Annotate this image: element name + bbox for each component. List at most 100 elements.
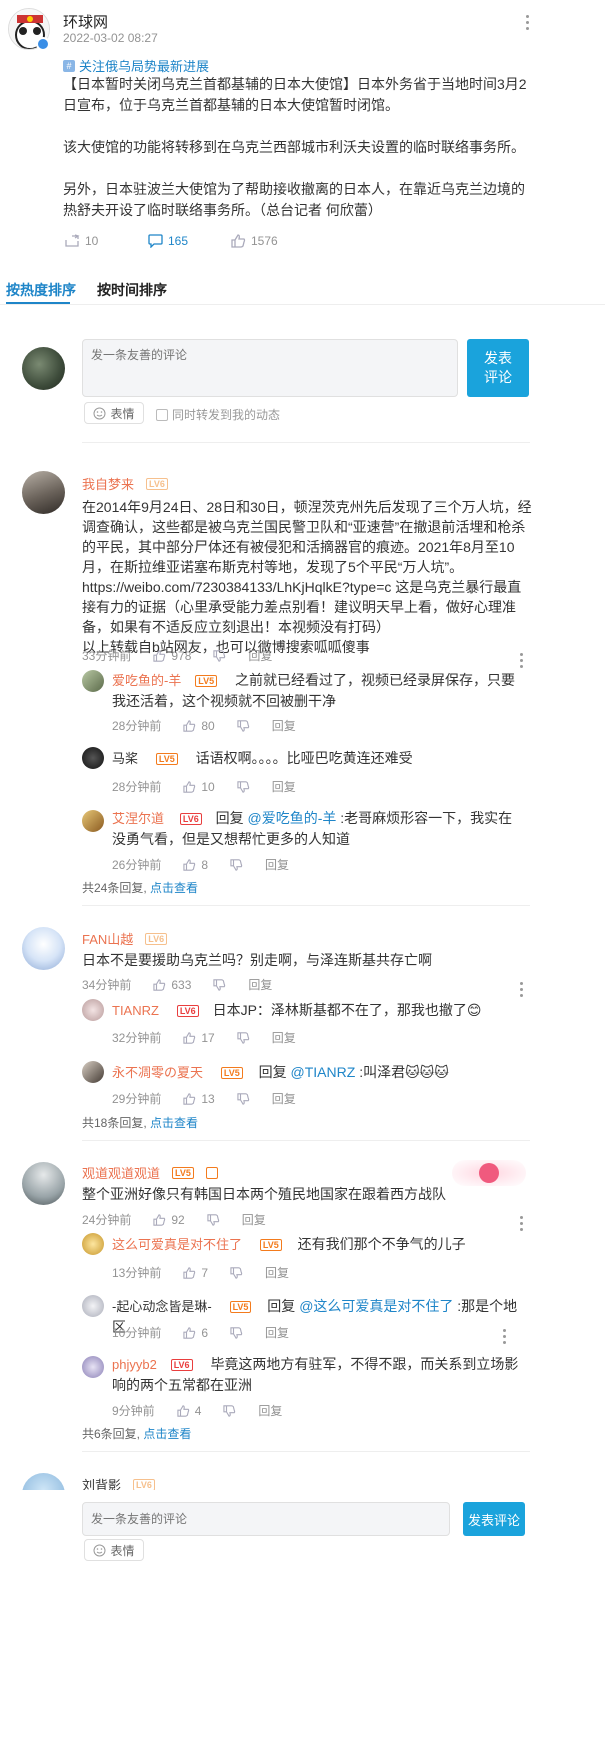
commenter-avatar[interactable] (22, 927, 65, 970)
commenter-avatar[interactable] (22, 1162, 65, 1205)
reply-like-button[interactable]: 8 (183, 858, 208, 872)
thumbs-down-icon[interactable] (237, 1031, 250, 1044)
reply-meta: 9分钟前 4 回复 (112, 1402, 282, 1419)
thumbs-down-icon[interactable] (237, 1092, 250, 1105)
reply-like-button[interactable]: 7 (183, 1266, 208, 1280)
topic-label: 关注俄乌局势最新进展 (79, 59, 210, 74)
comment-button[interactable]: 165 (148, 234, 188, 248)
commenter-name[interactable]: 我自梦来 (82, 474, 134, 493)
current-user-avatar[interactable] (22, 347, 65, 390)
thumbs-down-icon[interactable] (230, 1326, 243, 1339)
more-options-icon[interactable] (526, 15, 530, 30)
reply-prefix: 回复 (215, 810, 244, 826)
reply-reply-button[interactable]: 回复 (258, 1402, 282, 1419)
thumbs-up-icon (183, 1031, 196, 1044)
reply-mention[interactable]: @TIANRZ (291, 1064, 356, 1080)
reply-like-button[interactable]: 80 (183, 719, 215, 733)
reply-reply-button[interactable]: 回复 (265, 1264, 289, 1281)
comment-divider (82, 905, 530, 906)
reply-username[interactable]: 这么可爱真是对不住了 (112, 1237, 242, 1252)
comment-reply-button[interactable]: 回复 (242, 1211, 266, 1228)
comment-more-icon[interactable] (520, 1216, 524, 1231)
reply-reply-button[interactable]: 回复 (272, 1029, 296, 1046)
repost-checkbox[interactable] (156, 408, 168, 421)
reply-time: 28分钟前 (112, 719, 162, 733)
reply-username[interactable]: 爱吃鱼的-羊 (112, 673, 181, 688)
emoji-button[interactable]: 表情 (84, 402, 144, 424)
bottom-submit-button[interactable]: 发表评论 (463, 1502, 525, 1536)
reply-username[interactable]: -起心动念皆是琳- (112, 1299, 212, 1314)
level-badge: LV5 (259, 1239, 282, 1252)
thumbs-down-icon[interactable] (207, 1213, 220, 1226)
thumbs-down-icon[interactable] (237, 780, 250, 793)
bottom-comment-input[interactable] (82, 1502, 450, 1536)
reply-reply-button[interactable]: 回复 (265, 856, 289, 873)
reply-reply-button[interactable]: 回复 (272, 717, 296, 734)
like-button[interactable]: 1576 (231, 234, 278, 248)
reply-username[interactable]: 马桨 (112, 751, 138, 766)
comment-more-icon[interactable] (520, 653, 524, 668)
reply-reply-button[interactable]: 回复 (272, 1090, 296, 1107)
reply-avatar[interactable] (82, 1295, 104, 1317)
thumbs-down-icon[interactable] (237, 719, 250, 732)
reply-mention[interactable]: @这么可爱真是对不住了 (299, 1298, 453, 1314)
more-replies-link[interactable]: 点击查看 (150, 881, 198, 895)
commenter-avatar[interactable] (22, 471, 65, 514)
author-name[interactable]: 环球网 (63, 11, 108, 32)
comment-reply-button[interactable]: 回复 (248, 647, 272, 664)
comment-like-button[interactable]: 978 (153, 649, 191, 663)
thumbs-down-icon[interactable] (230, 858, 243, 871)
reply-avatar[interactable] (82, 1356, 104, 1378)
post-paragraph: 【日本暂时关闭乌克兰首都基辅的日本大使馆】日本外务省于当地时间3月2日宣布，位于… (63, 76, 527, 113)
repost-button[interactable]: 10 (65, 234, 98, 248)
reply-like-button[interactable]: 17 (183, 1031, 215, 1045)
comment-more-icon[interactable] (520, 982, 524, 997)
bottom-emoji-button[interactable]: 表情 (84, 1539, 144, 1561)
reply-meta: 26分钟前 8 回复 (112, 856, 289, 873)
thumbs-down-icon[interactable] (213, 978, 226, 991)
reply-like-button[interactable]: 13 (183, 1092, 215, 1106)
thumbs-up-icon (183, 1092, 196, 1105)
comment-input[interactable] (82, 339, 458, 397)
reply-username[interactable]: phjyyb2 (112, 1357, 157, 1372)
reply-avatar[interactable] (82, 810, 104, 832)
comment-reply-button[interactable]: 回复 (248, 976, 272, 993)
reply-avatar[interactable] (82, 1061, 104, 1083)
reply-meta: 10分钟前 6 回复 (112, 1324, 289, 1341)
repost-checkbox-row[interactable]: 同时转发到我的动态 (156, 406, 280, 423)
reply-avatar[interactable] (82, 1233, 104, 1255)
reply-mention[interactable]: @爱吃鱼的-羊 (248, 810, 337, 826)
comment-like-button[interactable]: 633 (153, 978, 191, 992)
more-replies-link[interactable]: 点击查看 (143, 1427, 191, 1441)
tabs-divider (0, 304, 605, 305)
thumbs-down-icon[interactable] (213, 649, 226, 662)
commenter-name[interactable]: FAN山越 (82, 929, 133, 948)
reply-username[interactable]: 艾涅尔道 (112, 811, 164, 826)
smiley-icon (93, 407, 106, 419)
reply-reply-button[interactable]: 回复 (265, 1324, 289, 1341)
reply-avatar[interactable] (82, 670, 104, 692)
tab-time[interactable]: 按时间排序 (97, 280, 167, 300)
reply-username[interactable]: 永不凋零の夏天 (112, 1065, 203, 1080)
view-more-replies: 共24条回复, 点击查看 (82, 879, 198, 896)
reply-meta: 28分钟前 10 回复 (112, 778, 296, 795)
reply-like-button[interactable]: 10 (183, 780, 215, 794)
reply-like-button[interactable]: 4 (177, 1404, 201, 1418)
comment-count: 165 (168, 234, 189, 248)
reply-more-icon[interactable] (503, 1329, 507, 1344)
reply-reply-button[interactable]: 回复 (272, 778, 296, 795)
tab-hot[interactable]: 按热度排序 (6, 280, 76, 300)
commenter-name[interactable]: 观道观道观道 (82, 1163, 160, 1182)
thumbs-down-icon[interactable] (230, 1266, 243, 1279)
reply-avatar[interactable] (82, 999, 104, 1021)
reply-username[interactable]: TIANRZ (112, 1003, 159, 1018)
submit-comment-button[interactable]: 发表 评论 (467, 339, 529, 397)
reply-avatar[interactable] (82, 747, 104, 769)
more-replies-link[interactable]: 点击查看 (150, 1116, 198, 1130)
thumbs-down-icon[interactable] (223, 1404, 236, 1417)
verified-badge-icon (36, 37, 50, 51)
more-replies-count: 共6条回复, (82, 1427, 141, 1441)
topic-tag[interactable]: # 关注俄乌局势最新进展 (63, 56, 209, 75)
comment-like-button[interactable]: 92 (153, 1213, 185, 1227)
reply-like-button[interactable]: 6 (183, 1326, 208, 1340)
